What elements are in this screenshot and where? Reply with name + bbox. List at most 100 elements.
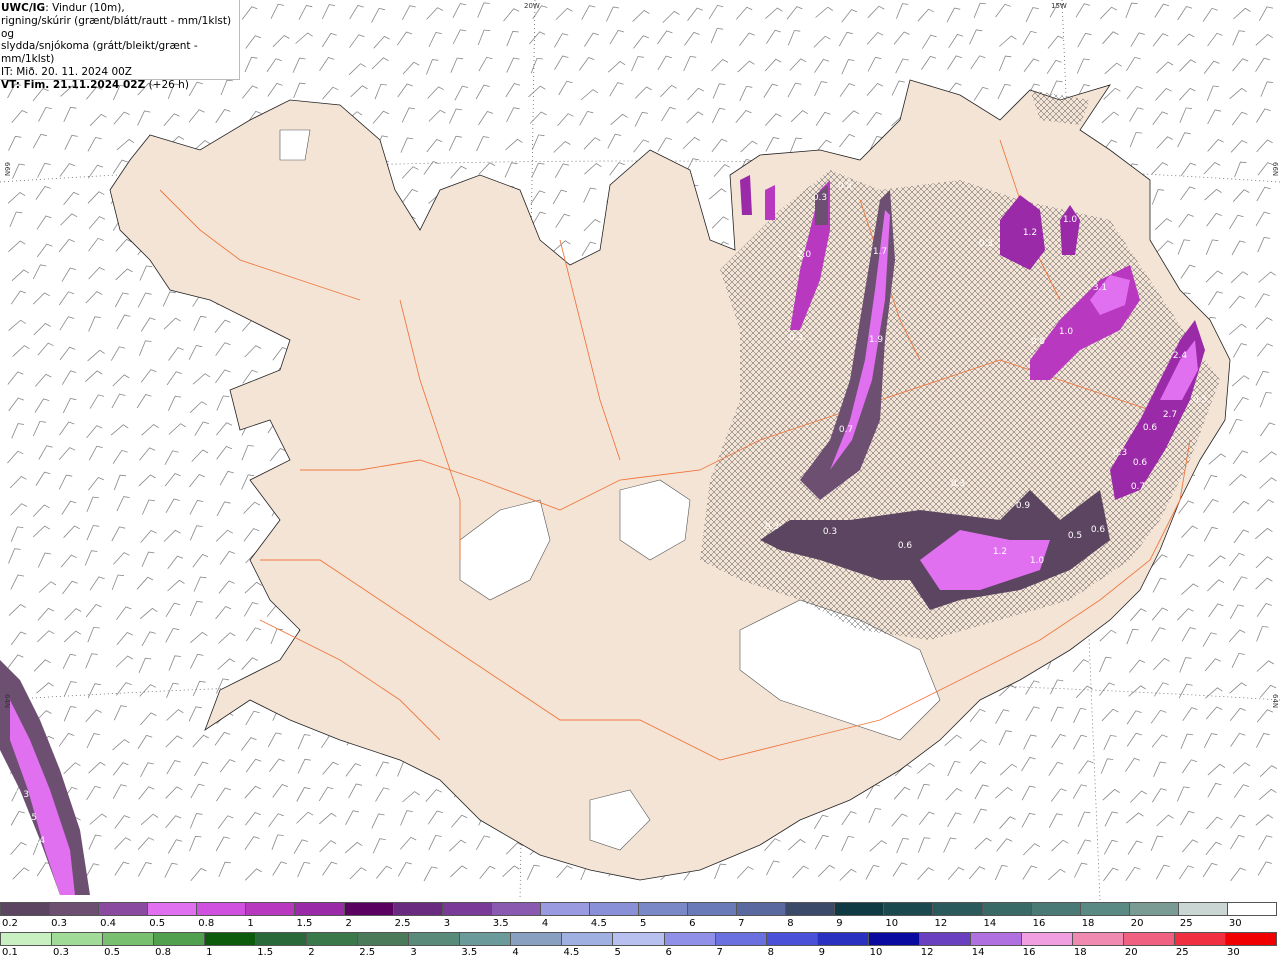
precip-value-label: 1.7 xyxy=(873,247,887,257)
precip-value-label: 2.4 xyxy=(1173,351,1188,361)
precip-value-label: 0.7 xyxy=(1131,482,1145,492)
rain-legend: 0.1 0.3 0.5 0.8 1 1.5 2 2.5 3 3.5 4 4.5 5 6 7 8 9 10 12 14 1… xyxy=(0,930,1280,960)
legend-tick-label: 6 xyxy=(689,918,696,929)
legend-swatch xyxy=(663,932,716,946)
legend-swatch xyxy=(834,902,885,916)
precip-value-label: 2.0 xyxy=(797,250,812,260)
legend-tick-label: 0.1 xyxy=(2,947,18,958)
legend-tick-label: 1 xyxy=(206,947,213,958)
map-header: UWC/IG: Vindur (10m), rigning/skúrir (gr… xyxy=(0,0,240,91)
legend-swatch xyxy=(1128,902,1179,916)
header-title-bold: UWC/IG xyxy=(1,2,46,14)
precip-value-label: 0.6 xyxy=(1091,525,1106,535)
legend-tick-label: 14 xyxy=(983,918,997,929)
legend-tick-label: 25 xyxy=(1179,918,1193,929)
precip-value-label: 4.4 xyxy=(31,836,46,846)
legend-swatch xyxy=(1224,932,1277,946)
header-valid-time: VT: Fim. 21.11.2024 02Z xyxy=(1,78,146,91)
header-title-rest: : Vindur (10m), xyxy=(45,2,125,14)
legend-swatch xyxy=(441,902,492,916)
snow-legend: 0.2 0.3 0.4 0.5 0.8 1 1.5 2 2.5 3 3.5 4 4.5 5 6 7 8 9 10 12… xyxy=(0,900,1280,930)
precip-value-label: 0.5 xyxy=(838,181,852,191)
legend-swatch xyxy=(49,902,100,916)
precip-value-label: 0.6 xyxy=(1143,423,1158,433)
legend-tick-label: 0.2 xyxy=(2,918,18,929)
legend-swatch xyxy=(969,932,1022,946)
legend-tick-label: 2 xyxy=(345,918,352,929)
legend-tick-label: 5 xyxy=(614,947,621,958)
precip-value-label: 0.3 xyxy=(789,333,803,343)
legend-swatch xyxy=(714,932,767,946)
legend-swatch xyxy=(1226,902,1277,916)
header-init-time: IT: Mið. 20. 11. 2024 00Z xyxy=(1,65,132,78)
legend-tick-label: 0.8 xyxy=(198,918,215,929)
legend-tick-label: 9 xyxy=(818,947,825,958)
legend-tick-label: 0.3 xyxy=(51,918,67,929)
legend-swatch xyxy=(981,902,1032,916)
legend-swatch xyxy=(490,902,541,916)
legend-tick-label: 4.5 xyxy=(590,918,607,929)
legend-swatch xyxy=(736,902,787,916)
legend-swatch xyxy=(1177,902,1228,916)
lon-label-20w: 20W xyxy=(524,2,540,10)
legend-swatch xyxy=(98,902,149,916)
legend-tick-label: 5 xyxy=(640,918,647,929)
legend-tick-label: 3 xyxy=(410,947,417,958)
legend-swatch xyxy=(459,932,512,946)
legend-tick-label: 0.8 xyxy=(155,947,172,958)
legend-tick-label: 25 xyxy=(1175,947,1189,958)
legend-tick-label: 7 xyxy=(738,918,745,929)
precip-value-label: 0.5 xyxy=(1068,531,1082,541)
legend-tick-label: 18 xyxy=(1073,947,1087,958)
legend-swatch xyxy=(408,932,461,946)
legend-swatch xyxy=(816,932,869,946)
precip-value-label: 1.0 xyxy=(1063,215,1078,225)
legend-tick-label: 3 xyxy=(443,918,451,929)
legend-swatch xyxy=(612,932,665,946)
legend-tick-label: 1.5 xyxy=(257,947,274,958)
legend-tick-label: 14 xyxy=(971,947,985,958)
legend-tick-label: 3.5 xyxy=(461,947,478,958)
precip-value-label: 1.0 xyxy=(1059,327,1074,337)
legend-swatch xyxy=(255,932,308,946)
precip-value-label: 2.7 xyxy=(1163,410,1177,420)
legend-swatch xyxy=(785,902,836,916)
legend-swatch xyxy=(638,902,689,916)
legend-swatch xyxy=(294,902,345,916)
precip-value-label: 0.3 xyxy=(823,527,837,537)
lat-label-66n-right: 66N xyxy=(1271,162,1279,177)
legend-swatch xyxy=(204,932,257,946)
legend-swatch xyxy=(1030,902,1081,916)
legend-tick-label: 4 xyxy=(512,947,519,958)
legend-tick-label: 20 xyxy=(1130,918,1144,929)
legend-swatch xyxy=(357,932,410,946)
legend-tick-label: 2.5 xyxy=(394,918,411,929)
legend-swatch xyxy=(51,932,104,946)
legend-swatch xyxy=(561,932,614,946)
legend-tick-label: 30 xyxy=(1228,918,1242,929)
precip-value-label: 0.3 xyxy=(765,522,779,532)
precip-value-label: 0.5 xyxy=(1031,337,1045,347)
precip-value-label: 3.5 xyxy=(23,813,37,823)
precip-value-label: 2.3 xyxy=(15,790,29,800)
precip-value-label: 0.9 xyxy=(1016,501,1031,511)
header-line-2: rigning/skúrir (grænt/blátt/rautt - mm/1… xyxy=(1,14,232,40)
legend-swatch xyxy=(147,902,198,916)
precip-value-label: 3.1 xyxy=(1093,283,1107,293)
precip-value-label: 0.3 xyxy=(979,239,993,249)
legend-swatch xyxy=(0,902,51,916)
legend-tick-label: 4.5 xyxy=(563,947,580,958)
precip-value-label: 0.3 xyxy=(1113,448,1127,458)
legend-swatch xyxy=(245,902,296,916)
legend-swatch xyxy=(1173,932,1226,946)
precip-value-label: 0.6 xyxy=(898,541,913,551)
legend-swatch xyxy=(1122,932,1175,946)
legend-tick-label: 0.5 xyxy=(104,947,120,958)
legend-tick-label: 18 xyxy=(1081,918,1095,929)
precip-value-label: 1.2 xyxy=(993,547,1007,557)
legend-swatch xyxy=(687,902,738,916)
legend-tick-label: 12 xyxy=(920,947,934,958)
legend-tick-label: 8 xyxy=(767,947,774,958)
legend-tick-label: 1 xyxy=(247,918,254,929)
legend-swatch xyxy=(0,932,53,946)
